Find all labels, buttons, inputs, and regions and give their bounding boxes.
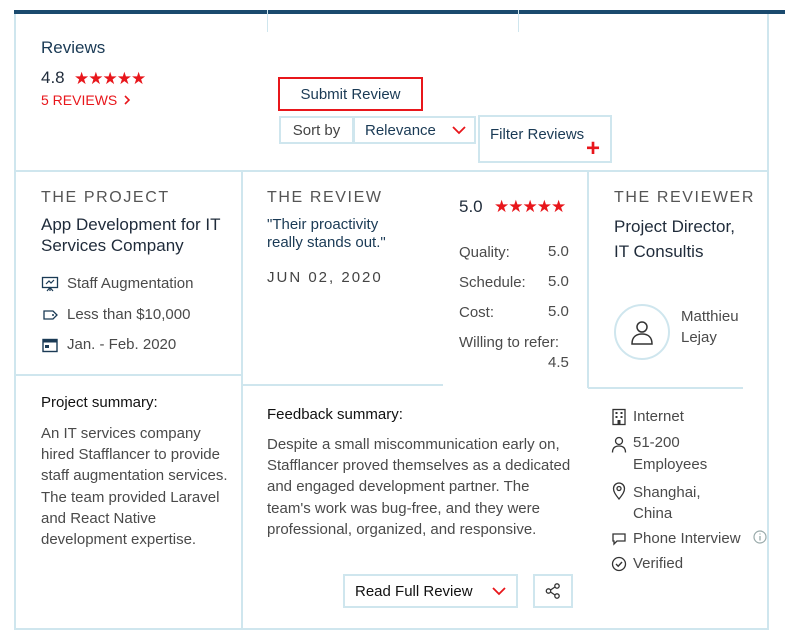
chevron-down-icon — [492, 586, 506, 596]
header-border-right — [767, 14, 769, 170]
project-service-row: Staff Augmentation — [41, 275, 193, 292]
reviews-heading: Reviews — [41, 38, 106, 57]
reviewer-review-type-row: Phone Interview — [611, 530, 741, 547]
card-border-left — [14, 170, 16, 630]
reviewer-verified-row: Verified — [611, 555, 683, 572]
reviewer-employees-row: 51-200 Employees — [611, 434, 733, 476]
share-button[interactable] — [533, 574, 573, 608]
project-budget: Less than $10,000 — [67, 306, 191, 323]
info-icon[interactable] — [753, 530, 767, 544]
price-tag-icon — [41, 308, 59, 322]
overall-stars: ★★★★★ — [74, 69, 146, 88]
score-value-schedule: 5.0 — [548, 273, 569, 290]
user-icon — [630, 319, 654, 345]
score-label-quality: Quality: — [459, 244, 510, 261]
share-icon — [544, 582, 562, 600]
filter-reviews-button[interactable]: Filter Reviews + — [478, 115, 612, 163]
reviewer-location-row: Shanghai, China — [611, 482, 723, 524]
person-icon — [611, 436, 627, 454]
reviews-count-label: 5 REVIEWS — [41, 92, 118, 108]
check-circle-icon — [611, 556, 627, 572]
filter-reviews-label: Filter Reviews — [490, 126, 585, 143]
project-dates: Jan. - Feb. 2020 — [67, 336, 177, 353]
score-value-quality: 5.0 — [548, 243, 569, 260]
project-dates-row: Jan. - Feb. 2020 — [41, 336, 176, 353]
sort-selected-value: Relevance — [365, 121, 436, 139]
sort-dropdown[interactable]: Relevance — [353, 116, 476, 144]
reviews-count-link[interactable]: 5 REVIEWS — [41, 92, 131, 108]
avatar — [614, 304, 670, 360]
column-divider — [587, 170, 589, 388]
location-pin-icon — [611, 482, 627, 500]
score-label-refer: Willing to refer: — [459, 334, 560, 351]
score-label-cost: Cost: — [459, 304, 495, 321]
reviewer-employees: 51-200 Employees — [633, 434, 708, 473]
top-divider — [518, 10, 519, 32]
project-section-title: THE PROJECT — [41, 189, 170, 206]
reviewer-review-type: Phone Interview — [633, 530, 741, 547]
reviewer-location: Shanghai, China — [633, 484, 701, 522]
project-budget-row: Less than $10,000 — [41, 306, 190, 323]
project-divider — [14, 374, 242, 376]
overall-rating: 4.8 — [41, 68, 65, 87]
reviewer-industry-row: Internet — [611, 408, 684, 426]
reviewer-name: Matthieu Lejay — [681, 308, 739, 346]
sort-by-label: Sort by — [279, 116, 354, 144]
review-date: JUN 02, 2020 — [267, 269, 383, 286]
read-full-review-button[interactable]: Read Full Review — [343, 574, 518, 608]
reviewer-role: Project Director, IT Consultis — [614, 217, 735, 261]
plus-icon: + — [586, 135, 601, 162]
chevron-down-icon — [452, 125, 466, 135]
review-divider — [242, 384, 443, 386]
header-border-left — [14, 14, 16, 170]
project-summary-title: Project summary: — [41, 394, 158, 411]
score-value-cost: 5.0 — [548, 303, 569, 320]
feedback-summary-title: Feedback summary: — [267, 406, 403, 423]
review-section-title: THE REVIEW — [267, 189, 383, 206]
presentation-icon — [41, 276, 59, 292]
chat-bubble-icon — [611, 532, 627, 546]
card-border-right — [767, 170, 769, 630]
column-divider — [241, 170, 243, 630]
building-icon — [611, 408, 627, 426]
review-overall-score: 5.0 — [459, 197, 483, 216]
project-summary-text: An IT services company hired Stafflancer… — [41, 425, 228, 549]
reviewer-verified: Verified — [633, 555, 684, 572]
review-quote: "Their proactivity really stands out." — [267, 216, 386, 251]
project-service: Staff Augmentation — [67, 275, 194, 292]
feedback-summary-text: Despite a small miscommunication early o… — [267, 436, 571, 538]
calendar-icon — [41, 337, 59, 353]
reviewer-section-title: THE REVIEWER — [614, 189, 755, 206]
reviewer-industry: Internet — [633, 408, 684, 425]
reviewer-divider — [588, 387, 743, 389]
submit-review-button[interactable]: Submit Review — [278, 77, 423, 111]
score-label-schedule: Schedule: — [459, 274, 526, 291]
chevron-right-icon — [123, 95, 131, 105]
card-border-bottom — [14, 628, 769, 630]
project-name: App Development for IT Services Company — [41, 215, 221, 255]
card-border-top — [14, 170, 769, 172]
top-accent-bar — [14, 10, 785, 14]
top-divider — [267, 10, 268, 32]
score-value-refer: 4.5 — [548, 354, 569, 371]
read-full-review-label: Read Full Review — [355, 582, 473, 600]
review-stars: ★★★★★ — [494, 197, 566, 216]
